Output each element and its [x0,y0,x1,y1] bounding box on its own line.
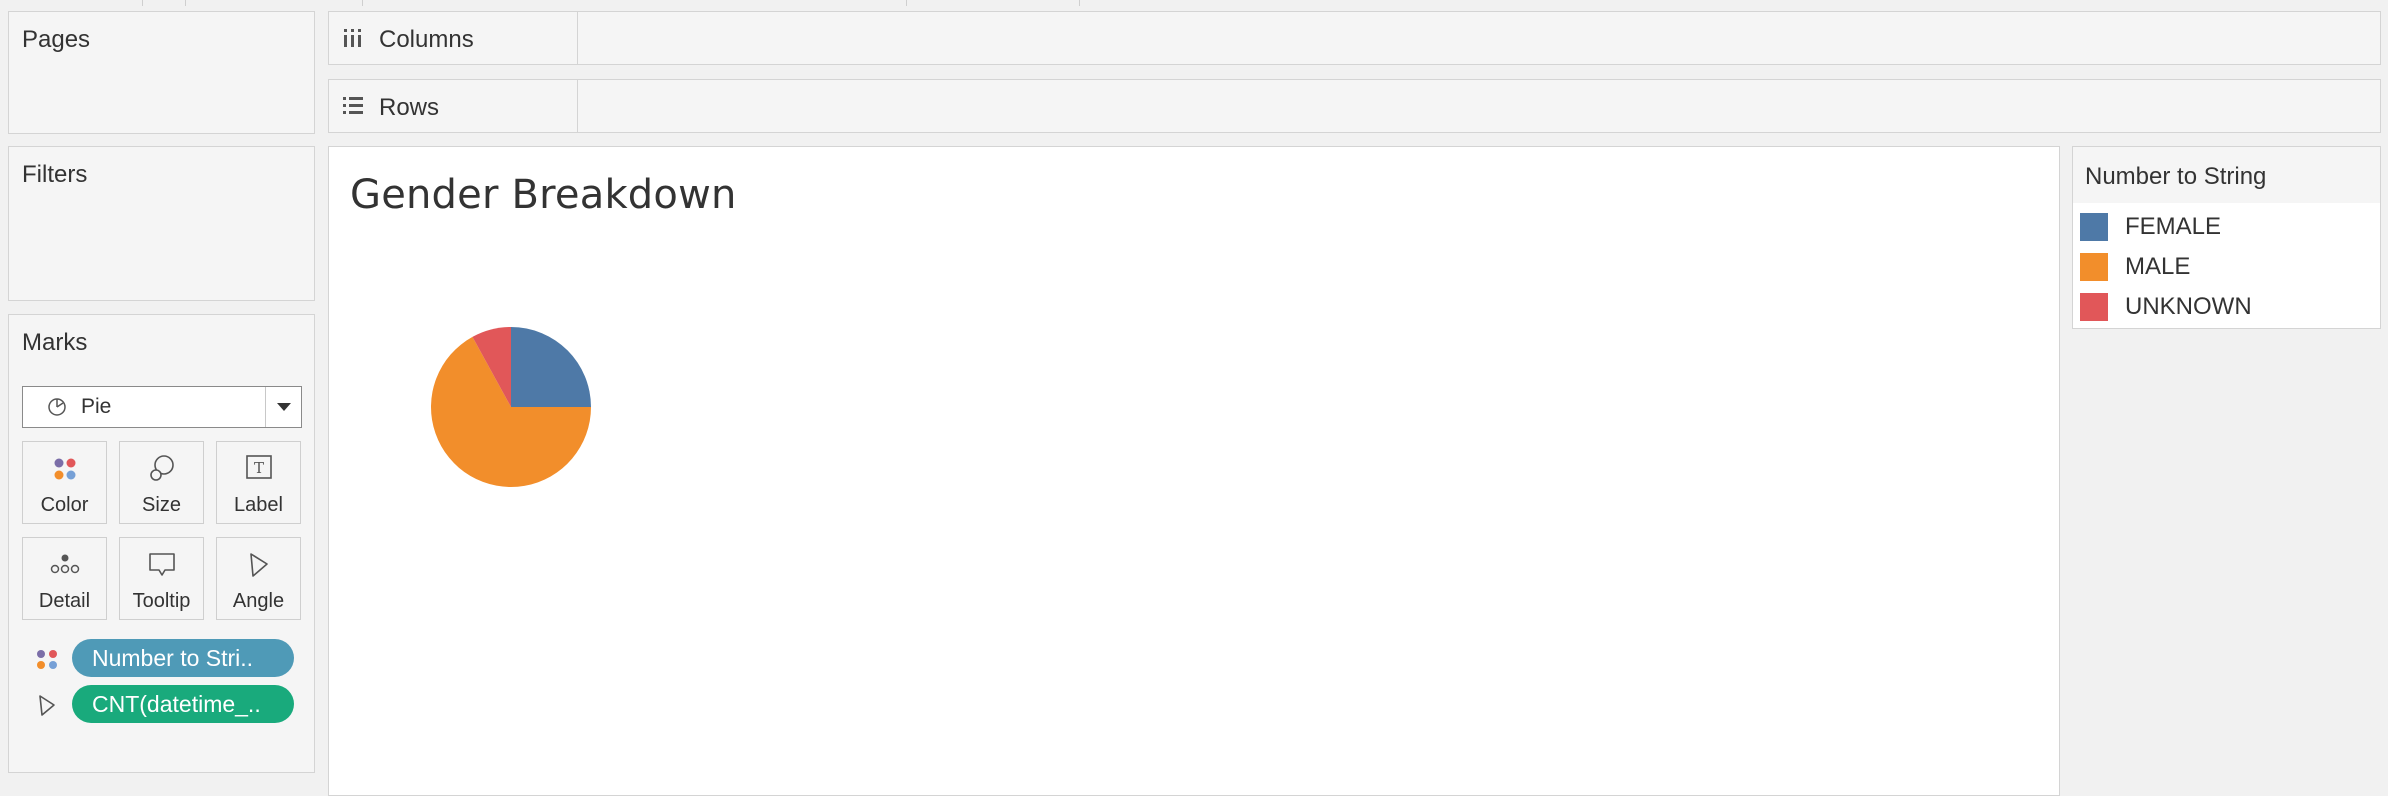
legend-title: Number to String [2085,163,2267,190]
legend-header[interactable]: Number to String [2073,147,2380,203]
mark-type-dropdown-button[interactable] [265,387,301,427]
legend-item-label: UNKNOWN [2125,293,2252,320]
strip-divider [906,0,907,6]
columns-shelf-label-box: Columns [329,12,578,64]
strip-divider [185,0,186,6]
pie-slice-female[interactable] [511,327,591,407]
top-strip [0,0,2388,8]
label-icon: T [246,455,272,479]
color-button-label: Color [40,494,89,516]
chevron-down-icon [277,403,291,411]
color-legend: Number to String FEMALE MALE UNKNOWN [2072,146,2381,329]
strip-divider [142,0,143,6]
strip-divider [1079,0,1080,6]
pages-title: Pages [22,26,91,53]
filters-title: Filters [22,161,88,188]
angle-field-pill[interactable]: CNT(datetime_.. [72,685,294,723]
size-icon [150,455,174,481]
strip-divider [362,0,363,6]
angle-button-label: Angle [232,590,285,612]
detail-icon [50,554,80,574]
legend-swatch [2080,253,2108,281]
detail-button-label: Detail [38,590,91,612]
filters-card[interactable]: Filters [8,146,315,301]
svg-text:T: T [254,459,264,477]
label-button[interactable]: T Label [216,441,301,524]
detail-button[interactable]: Detail [22,537,107,620]
rows-icon [343,97,363,114]
legend-item-unknown[interactable]: UNKNOWN [2080,291,2370,323]
legend-item-male[interactable]: MALE [2080,251,2370,283]
tooltip-icon [149,553,175,576]
legend-item-female[interactable]: FEMALE [2080,211,2370,243]
tooltip-button[interactable]: Tooltip [119,537,204,620]
columns-shelf-label: Columns [379,26,474,53]
pie-chart[interactable] [426,322,596,492]
legend-item-label: FEMALE [2125,213,2222,240]
angle-button[interactable]: Angle [216,537,301,620]
angle-icon [39,695,55,716]
size-button-label: Size [142,494,181,516]
legend-swatch [2080,293,2108,321]
pie-icon [48,398,66,416]
tooltip-button-label: Tooltip [132,590,191,612]
mark-type-label: Pie [81,395,112,418]
color-encoding-row: Number to Stri.. [22,638,302,678]
legend-swatch [2080,213,2108,241]
angle-icon [250,553,268,577]
color-icon [37,650,57,669]
rows-shelf-label: Rows [379,94,440,121]
view-title: Gender Breakdown [350,172,737,218]
color-field-pill[interactable]: Number to Stri.. [72,639,294,677]
rows-shelf[interactable]: Rows [328,79,2381,133]
rows-shelf-label-box: Rows [329,80,578,132]
angle-encoding-row: CNT(datetime_.. [22,684,302,724]
legend-item-label: MALE [2125,253,2191,280]
pages-card[interactable]: Pages [8,11,315,134]
marks-title: Marks [22,329,88,356]
size-button[interactable]: Size [119,441,204,524]
label-button-label: Label [234,494,283,516]
mark-type-dropdown[interactable]: Pie [22,386,302,428]
color-button[interactable]: Color [22,441,107,524]
columns-shelf[interactable]: Columns [328,11,2381,65]
worksheet-view[interactable]: Gender Breakdown [328,146,2060,796]
columns-icon [344,29,361,47]
color-icon [54,458,76,480]
